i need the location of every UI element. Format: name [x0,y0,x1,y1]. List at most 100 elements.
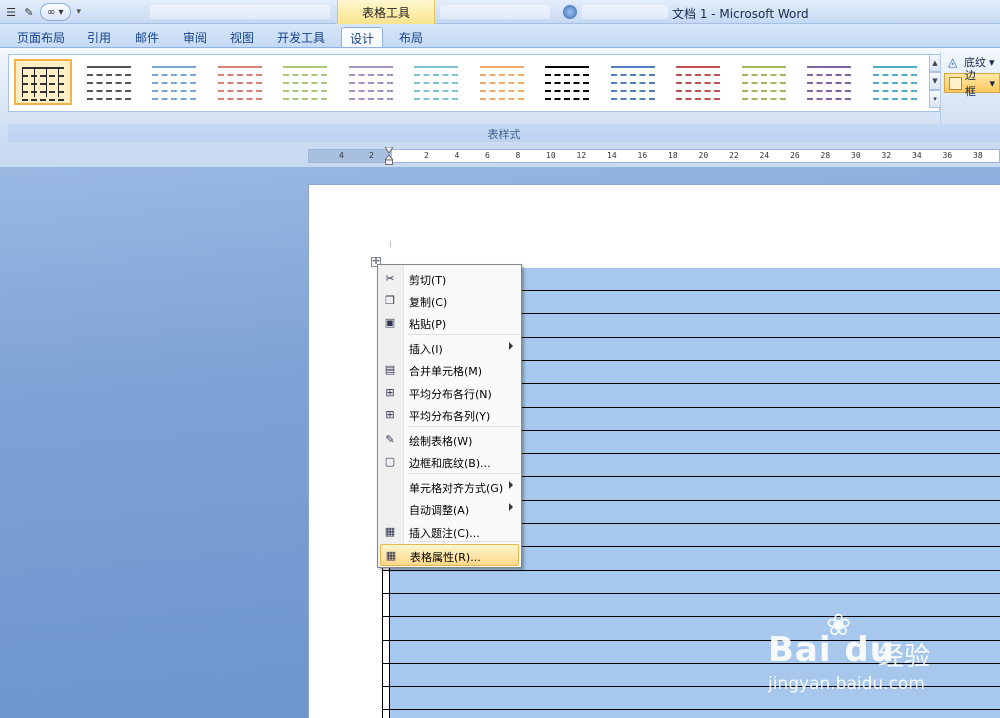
borders-button[interactable]: 边框 ▾ [944,69,1000,98]
menu-item-label: 复制(C) [409,296,448,309]
menu-item-label: 剪切(T) [409,274,447,287]
style-preview [807,66,851,100]
style-preview-line [610,66,655,68]
table-style-light-aqua[interactable] [407,59,465,105]
style-preview-line [610,98,655,100]
menu-item[interactable]: ▢ 边框和底纹(B)... [380,451,519,473]
menu-item[interactable]: ⊞ 平均分布各行(N) [380,382,519,404]
style-preview [545,66,589,100]
ruler-label: 36 [942,151,953,160]
table-style-medium-green[interactable] [735,59,793,105]
baidu-jingyan-watermark: ❀ Bai du 经验 jingyan.baidu.com [768,608,948,698]
style-preview-line [152,74,196,76]
table-style-light-blue[interactable] [145,59,203,105]
menu-item-label: 绘制表格(W) [409,435,473,448]
word-menu-icon[interactable]: ☰ [2,3,20,21]
tab-review[interactable]: 审阅 [174,27,216,47]
menu-item[interactable]: ⊞ 平均分布各列(Y) [380,404,519,426]
qat-more-icon[interactable]: ▾ [77,7,82,17]
style-preview [479,66,524,100]
table-style-medium-blue[interactable] [604,59,662,105]
menu-item[interactable]: 自动调整(A) [380,498,519,520]
ruler-label: 30 [851,151,861,160]
ribbon: ▲ ▼ ▾ ◬ 底纹 ▾ 边框 ▾ 表样式 [0,47,1000,145]
style-preview-line [741,74,786,76]
paint-bucket-icon: ◬ [948,54,958,69]
tab-design[interactable]: 设计 [341,27,383,47]
ruler-label: 38 [973,151,983,160]
style-preview-line [348,90,393,92]
tab-mailings[interactable]: 邮件 [126,27,168,47]
style-preview-line [348,74,393,76]
loop-icon: ∞ [47,6,56,18]
style-preview-line [872,98,917,100]
tab-references[interactable]: 引用 [78,27,120,47]
style-preview-line [807,74,851,76]
text-cursor [390,241,391,248]
table-style-medium-purple[interactable] [800,59,858,105]
table-style-light-orange[interactable] [473,59,531,105]
ruler-label: 4 [454,151,460,160]
ruler-margin [309,150,392,162]
style-preview-line [545,98,589,100]
tab-view[interactable]: 视图 [221,27,263,47]
menu-item[interactable]: 插入(I) [380,337,519,359]
menu-item[interactable]: ✂ 剪切(T) [380,268,519,290]
style-preview-line [610,82,655,84]
table-styles-gallery [8,54,940,112]
menu-item[interactable]: ▤ 合并单元格(M) [380,359,519,381]
horizontal-ruler[interactable]: 42246810121416182022242628303234363840 [308,149,1000,163]
menu-item[interactable]: ❐ 复制(C) [380,290,519,312]
borders-icon [949,76,962,90]
borders-shading-icon: ▢ [384,455,396,468]
style-preview-line [283,98,327,100]
watermark-cn: 经验 [878,642,931,672]
style-preview-line [741,82,786,84]
submenu-arrow-icon [509,503,513,511]
menu-separator [408,426,520,427]
ruler-label: 28 [820,151,831,160]
style-preview-line [86,82,131,84]
table-style-medium-red[interactable] [669,59,727,105]
style-preview-line [152,82,196,84]
style-preview-column [22,67,23,97]
style-preview-line [479,98,524,100]
style-preview-line [807,82,851,84]
table-style-medium-aqua[interactable] [866,59,924,105]
table-style-light-purple[interactable] [342,59,400,105]
ruler-area: 42246810121416182022242628303234363840 [0,145,1000,167]
edit-icon[interactable]: ✎ [20,3,38,21]
menu-item[interactable]: ▦ 表格属性(R)... [380,544,519,566]
quick-access-toolbar: ☰ ✎ ∞ ▾ ▾ [2,2,81,22]
paste-icon: ▣ [384,316,396,329]
table-style-grid[interactable] [14,59,72,105]
style-preview-line [872,66,917,68]
style-preview-line [217,90,262,92]
menu-item[interactable]: ▦ 插入题注(C)... [380,521,519,543]
table-style-light-green[interactable] [276,59,334,105]
table-style-dark[interactable] [538,59,596,105]
menu-item[interactable]: ✎ 绘制表格(W) [380,429,519,451]
blurred-browser-tab [150,5,330,19]
tab-layout[interactable]: 布局 [390,27,432,47]
menu-item[interactable]: 单元格对齐方式(G) [380,476,519,498]
ruler-label: 32 [881,151,892,160]
browser-icon [563,5,577,19]
menu-separator [408,334,520,335]
indent-marker-icon[interactable] [385,147,393,165]
menu-item[interactable]: ▣ 粘贴(P) [380,312,519,334]
table-style-light-red[interactable] [211,59,269,105]
tab-developer[interactable]: 开发工具 [270,27,332,47]
style-preview-line [283,66,327,68]
menu-item-label: 粘贴(P) [409,318,447,331]
qat-customize-button[interactable]: ∞ ▾ [40,3,71,21]
menu-item-label: 平均分布各列(Y) [409,410,491,423]
style-preview-line [741,90,786,92]
chevron-down-icon: ▾ [989,55,995,69]
watermark-url: jingyan.baidu.com [768,674,925,694]
table-style-light-shading[interactable] [80,59,138,105]
tab-page-layout[interactable]: 页面布局 [10,27,72,47]
menu-item-label: 单元格对齐方式(G) [409,482,504,495]
style-preview-line [86,66,131,68]
menu-item-label: 插入(I) [409,343,443,356]
